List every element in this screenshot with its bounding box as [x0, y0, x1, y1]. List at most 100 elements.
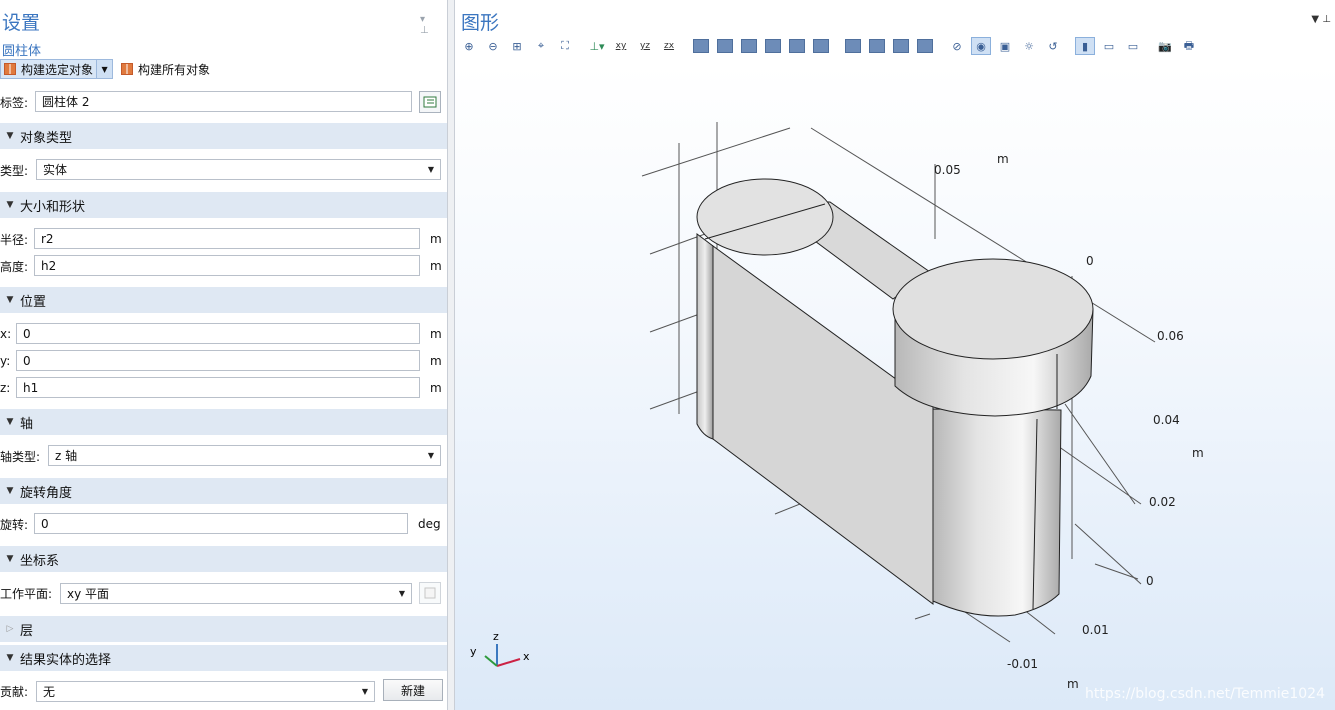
section-layers[interactable]: ▷ 层	[0, 616, 447, 642]
height-input[interactable]: h2	[34, 255, 420, 276]
select-objects-icon[interactable]	[693, 39, 709, 53]
tick-z-0.05: 0.05	[934, 163, 961, 177]
camera-icon[interactable]: 📷	[1155, 37, 1175, 55]
chevron-down-icon: ▼	[398, 589, 405, 598]
show-grid-icon[interactable]: ▭	[1099, 37, 1119, 55]
workplane-goto-button[interactable]	[419, 582, 441, 604]
expand-icon: ▷	[6, 624, 14, 634]
radius-input[interactable]: r2	[34, 228, 420, 249]
graphics-viewport[interactable]: m 0.05 0 0.06 0.04 m 0.02 0 0.01 -0.01 m	[455, 64, 1335, 710]
select-points-icon[interactable]	[789, 39, 805, 53]
transparency-icon[interactable]: ▣	[995, 37, 1015, 55]
axis-unit-x: m	[1067, 677, 1079, 691]
scene-light-icon[interactable]: ☼	[1019, 37, 1039, 55]
workplane-select[interactable]: xy 平面 ▼	[60, 583, 412, 604]
view-yz-icon[interactable]: yz	[635, 37, 655, 55]
zoom-extents-icon[interactable]: ⛶	[555, 37, 575, 55]
section-layers-title: 层	[20, 623, 34, 639]
label-edit-icon	[423, 96, 437, 108]
rotation-unit: deg	[418, 517, 441, 531]
panel-splitter[interactable]	[447, 0, 455, 710]
y-input[interactable]: 0	[16, 350, 420, 371]
wireframe-toggle-icon[interactable]: ◉	[971, 37, 991, 55]
build-all-button[interactable]: 构建所有对象	[121, 61, 210, 78]
rotation-row: 旋转:	[0, 513, 28, 535]
section-size-shape[interactable]: ▼ 大小和形状	[0, 192, 447, 218]
label-input[interactable]: 圆柱体 2	[35, 91, 412, 112]
select-all-icon[interactable]	[845, 39, 861, 53]
tick-z-0: 0	[1086, 254, 1094, 268]
hide-icon[interactable]: ⊘	[947, 37, 967, 55]
section-result-selection[interactable]: ▼ 结果实体的选择	[0, 645, 447, 671]
zoom-out-icon[interactable]: ⊖	[483, 37, 503, 55]
collapse-icon: ▼	[6, 417, 14, 427]
contribute-label: 贡献:	[0, 684, 29, 699]
collapse-icon: ▼	[6, 295, 14, 305]
panel-menu-icon[interactable]: ▼ ⊥	[1311, 14, 1331, 25]
print-icon[interactable]: 🖶	[1179, 37, 1199, 55]
rotation-input[interactable]: 0	[34, 513, 408, 534]
label-edit-button[interactable]	[419, 91, 441, 113]
render-mode-icon[interactable]: ▮	[1075, 37, 1095, 55]
section-size-shape-title: 大小和形状	[20, 199, 86, 215]
axis-type-value: z 轴	[55, 449, 78, 463]
z-row: z:	[0, 377, 10, 399]
build-selected-button[interactable]: 构建选定对象	[0, 59, 98, 79]
tick-y-0: 0	[1146, 574, 1154, 588]
z-input[interactable]: h1	[16, 377, 420, 398]
chevron-down-icon: ▼	[361, 687, 368, 696]
build-all-icon	[121, 63, 134, 75]
section-axis-title: 轴	[20, 416, 34, 432]
view-zx-icon[interactable]: zx	[659, 37, 679, 55]
section-coordinate-title: 坐标系	[20, 553, 60, 569]
section-object-type-title: 对象类型	[20, 130, 73, 146]
triad-z: z	[493, 630, 499, 643]
axis-type-label: 轴类型:	[0, 449, 41, 464]
hide-selection-icon[interactable]	[917, 39, 933, 53]
collapse-icon: ▼	[6, 653, 14, 663]
zoom-box-icon[interactable]: ⊞	[507, 37, 527, 55]
app-window: 设置 ▾ ⊥ 圆柱体 构建选定对象 ▼ 构建所有对象 标签: 圆柱体 2 ▼ 对…	[0, 0, 1335, 710]
contribute-row: 贡献:	[0, 680, 28, 702]
height-label: 高度:	[0, 259, 29, 274]
section-position-title: 位置	[20, 294, 47, 310]
x-row: x:	[0, 323, 11, 345]
select-edges-icon[interactable]	[765, 39, 781, 53]
select-boundaries-icon[interactable]	[741, 39, 757, 53]
section-axis[interactable]: ▼ 轴	[0, 409, 447, 435]
panel-controls[interactable]: ▾ ⊥	[420, 14, 447, 36]
zoom-selected-icon[interactable]: ⌖	[531, 37, 551, 55]
type-select[interactable]: 实体 ▼	[36, 159, 441, 180]
workplane-row: 工作平面:	[0, 582, 52, 604]
view-xy-icon[interactable]: xy	[611, 37, 631, 55]
x-input[interactable]: 0	[16, 323, 420, 344]
select-domains-icon[interactable]	[717, 39, 733, 53]
zoom-in-icon[interactable]: ⊕	[459, 37, 479, 55]
section-object-type[interactable]: ▼ 对象类型	[0, 123, 447, 149]
y-row: y:	[0, 350, 10, 372]
build-selected-icon	[4, 63, 16, 75]
reset-view-icon[interactable]: ↺	[1043, 37, 1063, 55]
new-button[interactable]: 新建	[383, 679, 443, 701]
show-axes-icon[interactable]: ▭	[1123, 37, 1143, 55]
workplane-label: 工作平面:	[0, 586, 53, 601]
x-unit: m	[430, 327, 442, 341]
type-select-value: 实体	[43, 163, 68, 177]
build-selected-label: 构建选定对象	[21, 62, 94, 77]
build-dropdown-button[interactable]: ▼	[97, 59, 114, 79]
zoom-selection-icon[interactable]	[893, 39, 909, 53]
graphics-toolbar: ⊕ ⊖ ⊞ ⌖ ⛶ ⊥▾ xy yz zx ⊘ ◉ ▣ ☼ ↺ ▮ ▭ ▭ 📷 …	[459, 36, 1203, 56]
tick-y-0.02: 0.02	[1149, 495, 1176, 509]
section-position[interactable]: ▼ 位置	[0, 287, 447, 313]
view-axis-icon[interactable]: ⊥▾	[587, 37, 607, 55]
select-box-icon[interactable]	[869, 39, 885, 53]
y-unit: m	[430, 354, 442, 368]
clear-selection-icon[interactable]	[813, 39, 829, 53]
graphics-title: 图形	[461, 12, 500, 34]
type-row: 类型:	[0, 159, 28, 181]
y-label: y:	[0, 354, 11, 368]
contribute-select[interactable]: 无 ▼	[36, 681, 375, 702]
section-coordinate-system[interactable]: ▼ 坐标系	[0, 546, 447, 572]
axis-type-select[interactable]: z 轴 ▼	[48, 445, 441, 466]
section-rotation[interactable]: ▼ 旋转角度	[0, 478, 447, 504]
